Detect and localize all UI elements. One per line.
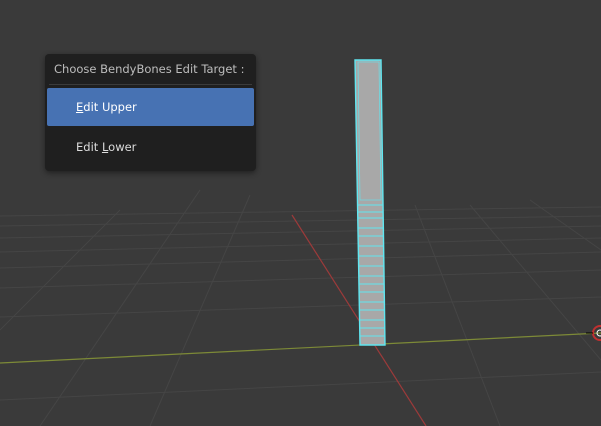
menu-title: Choose BendyBones Edit Target : (54, 62, 245, 76)
floor-grid (0, 189, 601, 426)
y-axis-line (0, 332, 601, 364)
menu-separator (49, 84, 252, 85)
bendy-bone[interactable] (354, 59, 386, 346)
menu-item-edit-lower[interactable]: Edit Lower (47, 128, 254, 166)
menu-item-edit-upper[interactable]: Edit Upper (47, 88, 254, 126)
edit-target-popup-menu: Choose BendyBones Edit Target : Edit Upp… (45, 54, 256, 171)
